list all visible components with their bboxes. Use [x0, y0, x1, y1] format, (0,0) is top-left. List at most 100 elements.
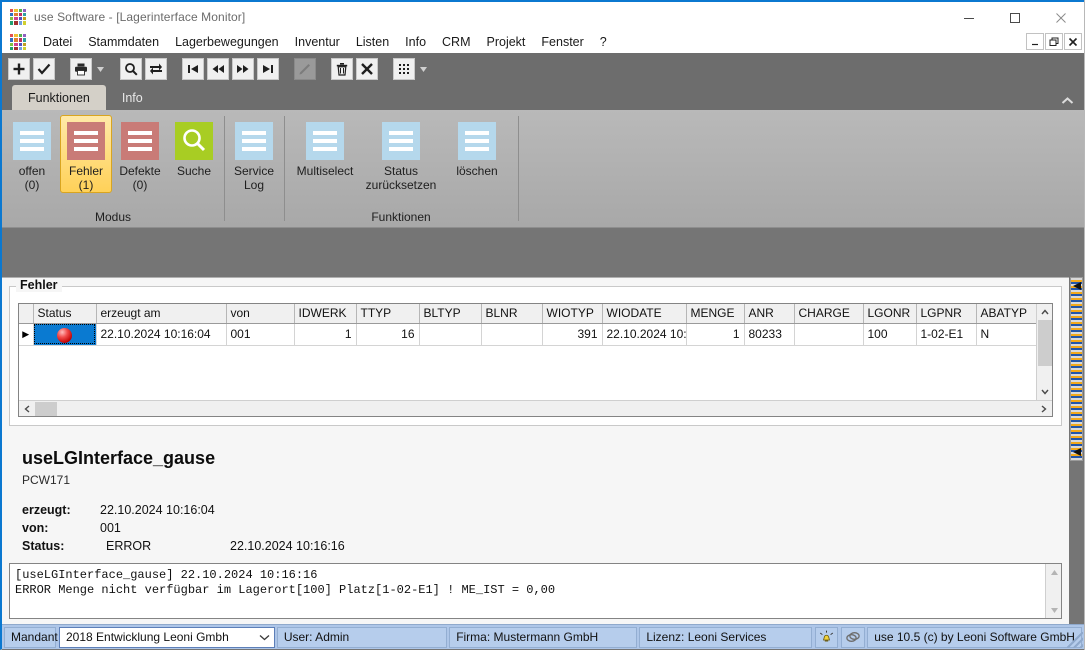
log-vertical-scrollbar[interactable]: [1045, 564, 1061, 618]
cell-abatyp[interactable]: N: [976, 323, 1036, 346]
menu-item-stammdaten[interactable]: Stammdaten: [80, 33, 167, 51]
next-record-icon[interactable]: [232, 58, 254, 80]
mdi-minimize-button[interactable]: [1026, 33, 1044, 50]
column-header-von[interactable]: von: [226, 304, 295, 324]
log-scroll-down-arrow-icon[interactable]: [1046, 602, 1062, 618]
scroll-right-arrow-icon[interactable]: [1036, 401, 1052, 417]
column-header-erzeugt-am[interactable]: erzeugt am: [96, 304, 227, 324]
cell-anr[interactable]: 80233: [744, 323, 795, 346]
ribbon-button-fehler[interactable]: Fehler (1): [60, 115, 112, 193]
mdi-close-button[interactable]: [1064, 33, 1082, 50]
ribbon-button-service-log[interactable]: Service Log: [228, 115, 280, 193]
print-dropdown-caret[interactable]: [95, 58, 105, 80]
cell-ttyp[interactable]: 16: [356, 323, 420, 346]
menu-item-help[interactable]: ?: [592, 33, 615, 51]
confirm-check-icon[interactable]: [33, 58, 55, 80]
mdi-vertical-scrollbar[interactable]: [1069, 277, 1084, 625]
log-text[interactable]: [useLGInterface_gause] 22.10.2024 10:16:…: [10, 564, 1045, 618]
cell-status[interactable]: [33, 323, 97, 346]
chevron-up-icon[interactable]: [1061, 96, 1074, 108]
previous-record-icon[interactable]: [207, 58, 229, 80]
column-header-bltyp[interactable]: BLTYP: [419, 304, 482, 324]
bell-alert-icon[interactable]: [814, 626, 839, 648]
menu-item-listen[interactable]: Listen: [348, 33, 397, 51]
window-close-button[interactable]: [1038, 2, 1084, 33]
errors-grid-vertical-scrollbar[interactable]: [1036, 304, 1052, 400]
menu-item-projekt[interactable]: Projekt: [479, 33, 534, 51]
detail-subheading: PCW171: [22, 473, 71, 487]
mdi-restore-button[interactable]: [1045, 33, 1063, 50]
cell-lgpnr[interactable]: 1-02-E1: [916, 323, 977, 346]
column-header-idwerk[interactable]: IDWERK: [294, 304, 357, 324]
cell-charge[interactable]: [794, 323, 864, 346]
column-header-lgpnr[interactable]: LGPNR: [916, 304, 977, 324]
scroll-up-arrow-icon[interactable]: [1037, 304, 1053, 320]
mdi-scroll-thumb[interactable]: [1070, 277, 1083, 461]
ribbon-button-multiselect[interactable]: Multiselect: [288, 115, 362, 179]
cell-wiodate[interactable]: 22.10.2024 10:: [602, 323, 687, 346]
column-header-menge[interactable]: MENGE: [686, 304, 745, 324]
column-header-status[interactable]: Status: [33, 304, 97, 324]
refresh-icon[interactable]: [145, 58, 167, 80]
new-icon[interactable]: [8, 58, 30, 80]
tab-funktionen[interactable]: Funktionen: [12, 85, 106, 110]
log-scroll-up-arrow-icon[interactable]: [1046, 564, 1062, 580]
quick-access-toolbar: [2, 53, 1084, 85]
cell-erzeugt-am[interactable]: 22.10.2024 10:16:04: [96, 323, 227, 346]
column-header-charge[interactable]: CHARGE: [794, 304, 864, 324]
cell-blnr[interactable]: [481, 323, 543, 346]
scroll-thumb-vertical[interactable]: [1037, 320, 1052, 366]
scroll-left-arrow-icon[interactable]: [19, 401, 35, 417]
resize-grip[interactable]: [1067, 632, 1083, 648]
menu-item-crm[interactable]: CRM: [434, 33, 478, 51]
chain-link-icon[interactable]: [841, 626, 866, 648]
menu-item-lagerbewegungen[interactable]: Lagerbewegungen: [167, 33, 287, 51]
cell-von[interactable]: 001: [226, 323, 295, 346]
scroll-thumb-horizontal[interactable]: [35, 401, 57, 416]
ribbon-button-loeschen[interactable]: löschen: [440, 115, 514, 179]
grid-view-icon[interactable]: [393, 58, 415, 80]
scroll-down-arrow-icon[interactable]: [1037, 384, 1053, 400]
menu-item-inventur[interactable]: Inventur: [287, 33, 348, 51]
cancel-x-icon[interactable]: [356, 58, 378, 80]
cell-lgonr[interactable]: 100: [863, 323, 917, 346]
application-window: use Software - [Lagerinterface Monitor] …: [0, 0, 1085, 650]
column-header-wiotyp[interactable]: WIOTYP: [542, 304, 603, 324]
grid-dropdown-caret[interactable]: [418, 58, 428, 80]
ribbon-button-defekte[interactable]: Defekte (0): [114, 115, 166, 193]
errors-grid-horizontal-scrollbar[interactable]: [19, 400, 1052, 416]
delete-trash-icon[interactable]: [331, 58, 353, 80]
ribbon-button-offen[interactable]: offen (0): [6, 115, 58, 193]
column-header-blnr[interactable]: BLNR: [481, 304, 543, 324]
menu-item-fenster[interactable]: Fenster: [533, 33, 591, 51]
column-header-wiodate[interactable]: WIODATE: [602, 304, 687, 324]
cell-wiotyp[interactable]: 391: [542, 323, 603, 346]
detail-heading: useLGInterface_gause: [22, 448, 216, 468]
column-header-anr[interactable]: ANR: [744, 304, 795, 324]
column-header-abatyp[interactable]: ABATYP: [976, 304, 1036, 324]
search-icon[interactable]: [120, 58, 142, 80]
cell-menge[interactable]: 1: [686, 323, 745, 346]
column-header-ttyp[interactable]: TTYP: [356, 304, 420, 324]
chevron-down-icon[interactable]: [259, 630, 270, 644]
status-user: User: Admin: [276, 626, 448, 648]
print-icon[interactable]: [70, 58, 92, 80]
detail-label-status: Status:: [22, 539, 65, 553]
ribbon-button-status-zuruecksetzen[interactable]: Status zurücksetzen: [364, 115, 438, 193]
menu-item-datei[interactable]: Datei: [35, 33, 80, 51]
window-maximize-button[interactable]: [992, 2, 1038, 33]
cell-idwerk[interactable]: 1: [294, 323, 357, 346]
window-minimize-button[interactable]: [946, 2, 992, 33]
ribbon-group-modus: offen (0) Fehler (1) Defekte (0) Suche M…: [2, 110, 224, 227]
last-record-icon[interactable]: [257, 58, 279, 80]
table-row[interactable]: ▶ 22.10.2024 10:16:04 001 1 16 391 22.10…: [19, 323, 1036, 346]
first-record-icon[interactable]: [182, 58, 204, 80]
tab-info[interactable]: Info: [106, 85, 159, 110]
column-header-lgonr[interactable]: LGONR: [863, 304, 917, 324]
ribbon-button-suche[interactable]: Suche: [168, 115, 220, 179]
mandant-select[interactable]: 2018 Entwicklung Leoni Gmbh: [59, 626, 275, 648]
menu-item-info[interactable]: Info: [397, 33, 434, 51]
ribbon-button-fehler-label: Fehler: [68, 164, 103, 178]
menu-app-logo-icon[interactable]: [10, 34, 26, 50]
cell-bltyp[interactable]: [419, 323, 482, 346]
